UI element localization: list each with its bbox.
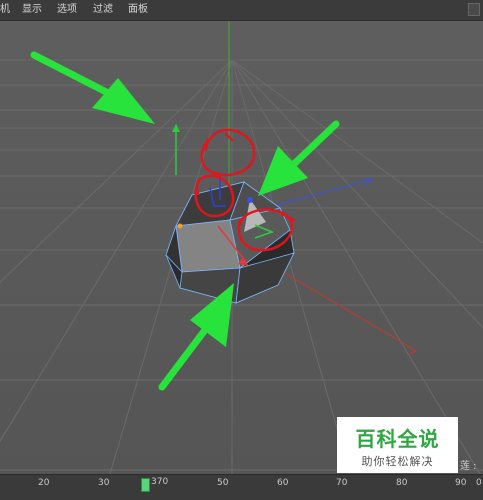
current-frame-label: 370 xyxy=(151,477,168,487)
watermark-subtitle: 助你轻松解决 xyxy=(361,455,434,468)
cinema4d-viewport-window: 机 显示 选项 过滤 面板 百科全说 助你轻松解决 莲: 20 30 50 6… xyxy=(0,0,483,500)
tick-label: 20 xyxy=(38,478,50,488)
current-frame-number: 37 xyxy=(151,477,163,487)
3d-viewport[interactable] xyxy=(0,21,483,474)
side-panel-label: 莲 : xyxy=(460,461,477,472)
menu-filter[interactable]: 过滤 xyxy=(93,3,113,17)
menu-options[interactable]: 选项 xyxy=(57,3,77,17)
timeline-ruler[interactable]: 20 30 50 60 70 80 90 0 xyxy=(0,474,483,500)
menu-display[interactable]: 显示 xyxy=(22,3,42,17)
tick-label: 50 xyxy=(217,478,229,488)
viewport-menu-bar: 机 显示 选项 过滤 面板 xyxy=(0,0,483,21)
tick-label: 80 xyxy=(396,478,408,488)
menu-panel[interactable]: 面板 xyxy=(128,3,148,17)
tick-label: 90 xyxy=(455,478,467,488)
tick-label: 30 xyxy=(98,478,110,488)
tick-label: 60 xyxy=(277,478,289,488)
tick-label-end: 0 xyxy=(476,478,482,488)
timeline-playhead[interactable] xyxy=(141,478,150,492)
menu-camera[interactable]: 机 xyxy=(0,3,10,17)
current-frame-suffix: 0 xyxy=(162,477,169,487)
viewport-expand-button[interactable] xyxy=(468,3,480,16)
gizmo-pivot[interactable] xyxy=(247,197,253,203)
watermark-title: 百科全说 xyxy=(355,427,440,451)
tick-label: 70 xyxy=(336,478,348,488)
watermark-logo: 百科全说 助你轻松解决 xyxy=(337,417,458,473)
